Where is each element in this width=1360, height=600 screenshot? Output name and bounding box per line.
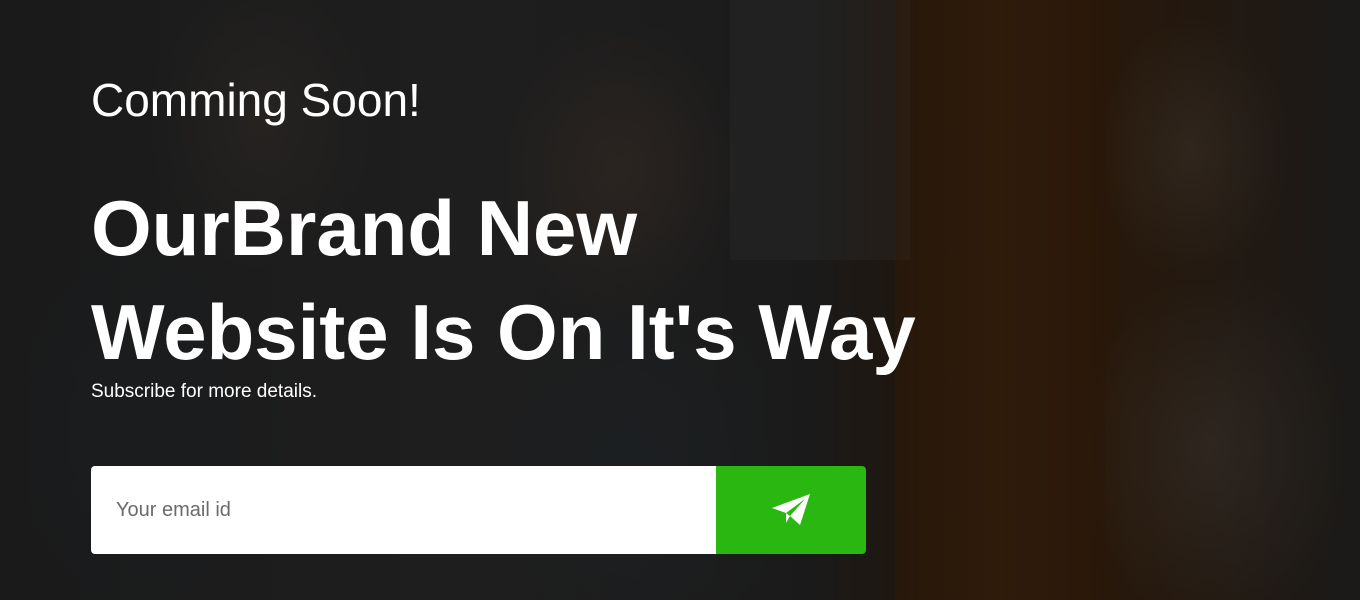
- headline-line-1: OurBrand New: [91, 184, 638, 272]
- page-title: OurBrand New Website Is On It's Way: [91, 176, 1091, 384]
- subscribe-button[interactable]: [716, 466, 866, 554]
- email-input[interactable]: [91, 466, 716, 554]
- paper-plane-icon: [772, 494, 810, 525]
- coming-soon-subtitle: Comming Soon!: [91, 74, 421, 126]
- subscribe-form: [91, 466, 866, 554]
- hero-section: Comming Soon! OurBrand New Website Is On…: [0, 0, 1360, 600]
- subscribe-tagline: Subscribe for more details.: [91, 381, 317, 402]
- headline-line-2: Website Is On It's Way: [91, 288, 916, 376]
